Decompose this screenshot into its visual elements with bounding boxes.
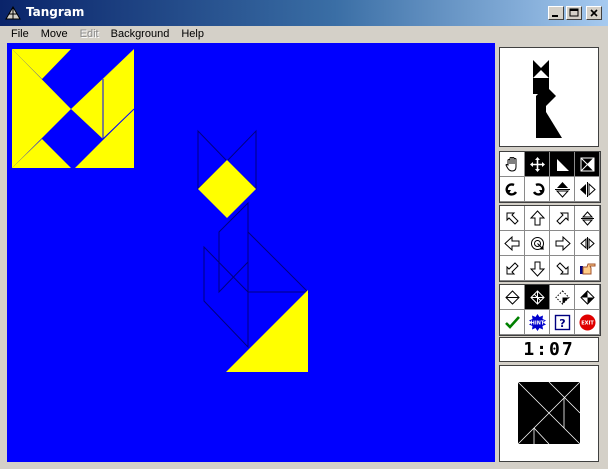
minimize-button[interactable] xyxy=(548,6,564,20)
tool-group-modes xyxy=(499,151,601,203)
tangram-app-icon xyxy=(5,6,21,20)
flip-horizontal-icon xyxy=(579,181,596,197)
pointing-hand-icon xyxy=(579,263,595,274)
timer-display: 1:07 xyxy=(499,337,599,362)
caption-buttons xyxy=(548,6,602,20)
hint-button[interactable]: HINT xyxy=(525,310,550,335)
x-select-icon xyxy=(580,157,594,171)
grid-mode-icon xyxy=(529,289,545,305)
cat-silhouette xyxy=(533,60,562,138)
check-button[interactable] xyxy=(500,310,525,335)
flip-vertical-small-icon xyxy=(580,210,594,226)
arrow-down-icon xyxy=(529,261,545,277)
flip-horizontal-button[interactable] xyxy=(575,177,600,202)
pointing-hand-button[interactable] xyxy=(575,256,600,281)
move-up-button[interactable] xyxy=(525,206,550,231)
svg-text:HINT: HINT xyxy=(530,320,544,326)
exit-icon: EXIT xyxy=(579,314,595,330)
move-right-button[interactable] xyxy=(550,231,575,256)
help-button[interactable]: ? xyxy=(550,310,575,335)
rotate-left-icon xyxy=(505,182,517,196)
flip-vertical-button[interactable] xyxy=(550,177,575,202)
arrow-up-icon xyxy=(529,209,545,225)
tool-group-arrows xyxy=(499,205,601,282)
hint-badge-icon: HINT xyxy=(528,313,546,331)
rotate-right-button[interactable] xyxy=(525,177,550,202)
hand-tool-button[interactable] xyxy=(500,152,525,177)
menu-bar: File Move Edit Background Help xyxy=(0,26,608,43)
target-preview xyxy=(499,47,599,147)
flip-horizontal-small-button[interactable] xyxy=(575,231,600,256)
menu-background[interactable]: Background xyxy=(105,27,176,42)
svg-text:EXIT: EXIT xyxy=(581,320,594,326)
flip-vertical-icon xyxy=(554,181,570,198)
tool-group-actions: HINT ? EXIT xyxy=(499,284,601,336)
arrow-down-left-icon xyxy=(506,261,519,274)
arrow-right-icon xyxy=(555,235,571,251)
piece-large-triangle-body[interactable] xyxy=(226,290,308,372)
outline-mode-icon xyxy=(504,289,520,305)
move-left-button[interactable] xyxy=(500,231,525,256)
triangle-select-button[interactable] xyxy=(550,152,575,177)
flip-vertical-small-button[interactable] xyxy=(575,206,600,231)
menu-edit[interactable]: Edit xyxy=(74,27,105,42)
menu-move[interactable]: Move xyxy=(35,27,74,42)
move-up-right-button[interactable] xyxy=(550,206,575,231)
maximize-button[interactable] xyxy=(566,6,582,20)
close-button[interactable] xyxy=(586,6,602,20)
dotted-mode-button[interactable] xyxy=(550,285,575,310)
solid-mode-button[interactable] xyxy=(575,285,600,310)
help-icon: ? xyxy=(554,314,570,330)
arrow-up-left-icon xyxy=(506,212,519,225)
flip-horizontal-small-icon xyxy=(579,236,595,250)
outline-mode-button[interactable] xyxy=(500,285,525,310)
move-down-button[interactable] xyxy=(525,256,550,281)
dotted-mode-icon xyxy=(554,289,570,305)
check-icon xyxy=(504,315,520,329)
grid-mode-button[interactable] xyxy=(525,285,550,310)
move-arrows-icon xyxy=(529,156,545,172)
square-puzzle-thumbnail xyxy=(517,381,581,445)
arrow-down-right-icon xyxy=(555,261,568,274)
menu-help[interactable]: Help xyxy=(175,27,210,42)
arrow-up-right-icon xyxy=(555,212,568,225)
solid-mode-icon xyxy=(579,289,595,305)
piece-square-head[interactable] xyxy=(198,160,256,218)
placed-pieces xyxy=(12,49,135,168)
move-down-left-button[interactable] xyxy=(500,256,525,281)
center-button[interactable] xyxy=(525,231,550,256)
arrow-left-icon xyxy=(503,235,519,251)
hand-icon xyxy=(504,156,516,172)
solution-preview xyxy=(499,365,599,462)
minimize-icon xyxy=(552,15,558,17)
triangle-select-icon xyxy=(556,158,569,171)
exit-button[interactable]: EXIT xyxy=(575,310,600,335)
play-area[interactable] xyxy=(7,43,495,462)
tangram-window: Tangram File Move Edit Background Help H… xyxy=(0,0,608,469)
window-title: Tangram xyxy=(26,5,85,19)
move-up-left-button[interactable] xyxy=(500,206,525,231)
center-icon xyxy=(530,236,544,250)
svg-text:?: ? xyxy=(559,317,565,330)
close-icon xyxy=(590,9,598,17)
rotate-right-icon xyxy=(532,182,544,196)
timer-value: 1:07 xyxy=(523,339,575,360)
rotate-left-button[interactable] xyxy=(500,177,525,202)
move-tool-button[interactable] xyxy=(525,152,550,177)
title-bar[interactable]: Tangram xyxy=(0,0,608,26)
menu-file[interactable]: File xyxy=(5,27,35,42)
board-canvas xyxy=(12,49,310,372)
x-select-button[interactable] xyxy=(575,152,600,177)
move-down-right-button[interactable] xyxy=(550,256,575,281)
maximize-icon xyxy=(569,8,579,17)
